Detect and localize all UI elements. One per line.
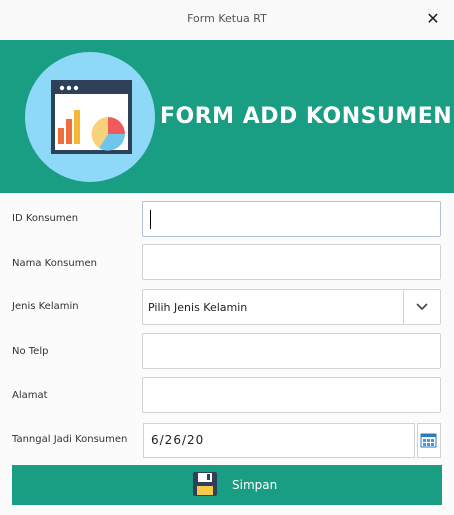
tanggal-jadi-input[interactable]: 6/26/20 [143, 423, 415, 458]
jenis-kelamin-selected: Pilih Jenis Kelamin [148, 301, 248, 314]
text-caret [150, 210, 151, 229]
window-titlebar: Form Ketua RT ✕ [0, 0, 454, 40]
nama-konsumen-input[interactable] [142, 244, 441, 280]
tanggal-jadi-value: 6/26/20 [151, 433, 205, 447]
alamat-input[interactable] [142, 377, 441, 413]
logo-circle [25, 52, 155, 182]
close-icon[interactable]: ✕ [426, 9, 440, 29]
label-no-telp: No Telp [12, 346, 49, 357]
jenis-kelamin-select[interactable]: Pilih Jenis Kelamin [142, 289, 441, 325]
label-id-konsumen: ID Konsumen [12, 213, 79, 224]
dashboard-chart-icon [51, 80, 132, 154]
save-button-label: Simpan [232, 478, 278, 492]
calendar-button[interactable] [417, 423, 441, 458]
floppy-disk-icon [193, 472, 217, 496]
calendar-icon [420, 433, 437, 448]
chevron-down-icon [416, 303, 428, 311]
no-telp-input[interactable] [142, 333, 441, 369]
form-body: ID Konsumen Nama Konsumen Jenis Kelamin … [0, 193, 454, 515]
form-title: FORM ADD KONSUMEN [160, 104, 453, 129]
label-alamat: Alamat [12, 390, 48, 401]
window-title: Form Ketua RT [187, 12, 267, 25]
label-jenis-kelamin: Jenis Kelamin [12, 301, 79, 312]
label-nama-konsumen: Nama Konsumen [12, 258, 97, 269]
id-konsumen-input[interactable] [142, 201, 441, 237]
label-tanggal-jadi: Tanngal Jadi Konsumen [12, 434, 128, 445]
save-button[interactable]: Simpan [12, 465, 442, 505]
header-banner: FORM ADD KONSUMEN [0, 40, 454, 193]
dropdown-button[interactable] [403, 290, 440, 324]
